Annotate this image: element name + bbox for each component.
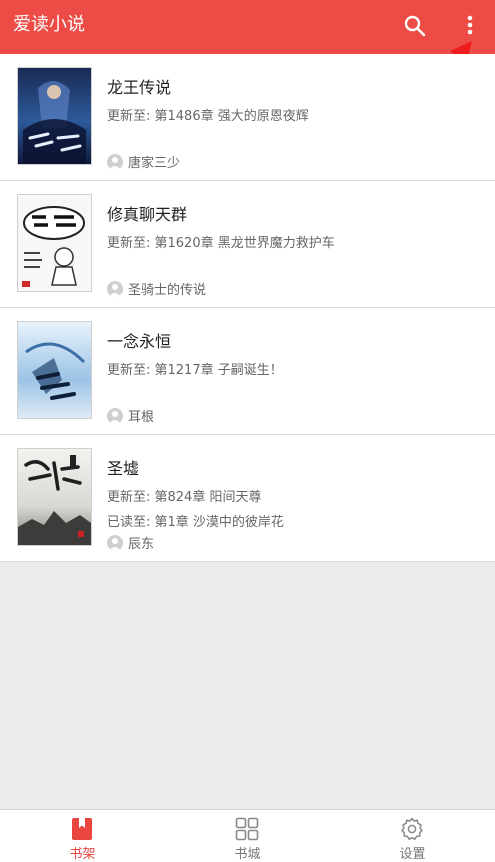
search-icon[interactable] xyxy=(402,13,428,39)
book-item[interactable]: 圣墟 更新至: 第824章 阳间天尊 已读至: 第1章 沙漠中的彼岸花 辰东 xyxy=(0,435,495,562)
more-vertical-icon[interactable] xyxy=(457,13,483,39)
gear-icon xyxy=(401,817,423,840)
book-cover xyxy=(18,322,91,418)
author-name: 唐家三少 xyxy=(128,156,181,171)
book-author: 辰东 xyxy=(107,533,154,552)
book-title: 一念永恒 xyxy=(107,332,172,351)
author-icon xyxy=(107,534,123,551)
book-title: 修真聊天群 xyxy=(107,205,188,224)
book-read-progress: 已读至: 第1章 沙漠中的彼岸花 xyxy=(107,515,284,530)
book-item[interactable]: 龙王传说 更新至: 第1486章 强大的原恩夜辉 唐家三少 xyxy=(0,54,495,181)
author-icon xyxy=(107,153,123,170)
book-cover xyxy=(18,195,91,291)
bookshelf-list: 龙王传说 更新至: 第1486章 强大的原恩夜辉 唐家三少 修真聊天群 更新至:… xyxy=(0,54,495,562)
app-title: 爱读小说 xyxy=(13,14,85,35)
bookshelf-icon xyxy=(72,818,92,840)
book-title: 圣墟 xyxy=(107,459,140,478)
tab-bookstore[interactable]: 书城 xyxy=(165,810,330,862)
book-item[interactable]: 修真聊天群 更新至: 第1620章 黑龙世界魔力救护车 圣骑士的传说 xyxy=(0,181,495,308)
author-name: 圣骑士的传说 xyxy=(128,283,207,298)
book-update: 更新至: 第824章 阳间天尊 xyxy=(107,490,262,505)
app-bar: 爱读小说 xyxy=(0,0,495,54)
tab-bookshelf[interactable]: 书架 xyxy=(0,810,165,862)
author-icon xyxy=(107,407,123,424)
book-update: 更新至: 第1620章 黑龙世界魔力救护车 xyxy=(107,236,335,251)
author-icon xyxy=(107,280,123,297)
tab-settings[interactable]: 设置 xyxy=(330,810,495,862)
book-update: 更新至: 第1217章 子嗣诞生！ xyxy=(107,363,283,378)
book-update: 更新至: 第1486章 强大的原恩夜辉 xyxy=(107,109,309,124)
book-author: 唐家三少 xyxy=(107,152,180,171)
tab-label: 设置 xyxy=(399,847,426,862)
tab-label: 书城 xyxy=(234,847,261,862)
tab-label: 书架 xyxy=(69,847,96,862)
author-name: 辰东 xyxy=(128,537,155,552)
book-cover xyxy=(18,449,91,545)
book-title: 龙王传说 xyxy=(107,78,172,97)
book-author: 圣骑士的传说 xyxy=(107,279,206,298)
author-name: 耳根 xyxy=(128,410,155,425)
bottom-nav: 书架 书城 设置 xyxy=(0,809,495,862)
grid-icon xyxy=(235,817,259,841)
book-item[interactable]: 一念永恒 更新至: 第1217章 子嗣诞生！ 耳根 xyxy=(0,308,495,435)
book-cover xyxy=(18,68,91,164)
book-author: 耳根 xyxy=(107,406,154,425)
